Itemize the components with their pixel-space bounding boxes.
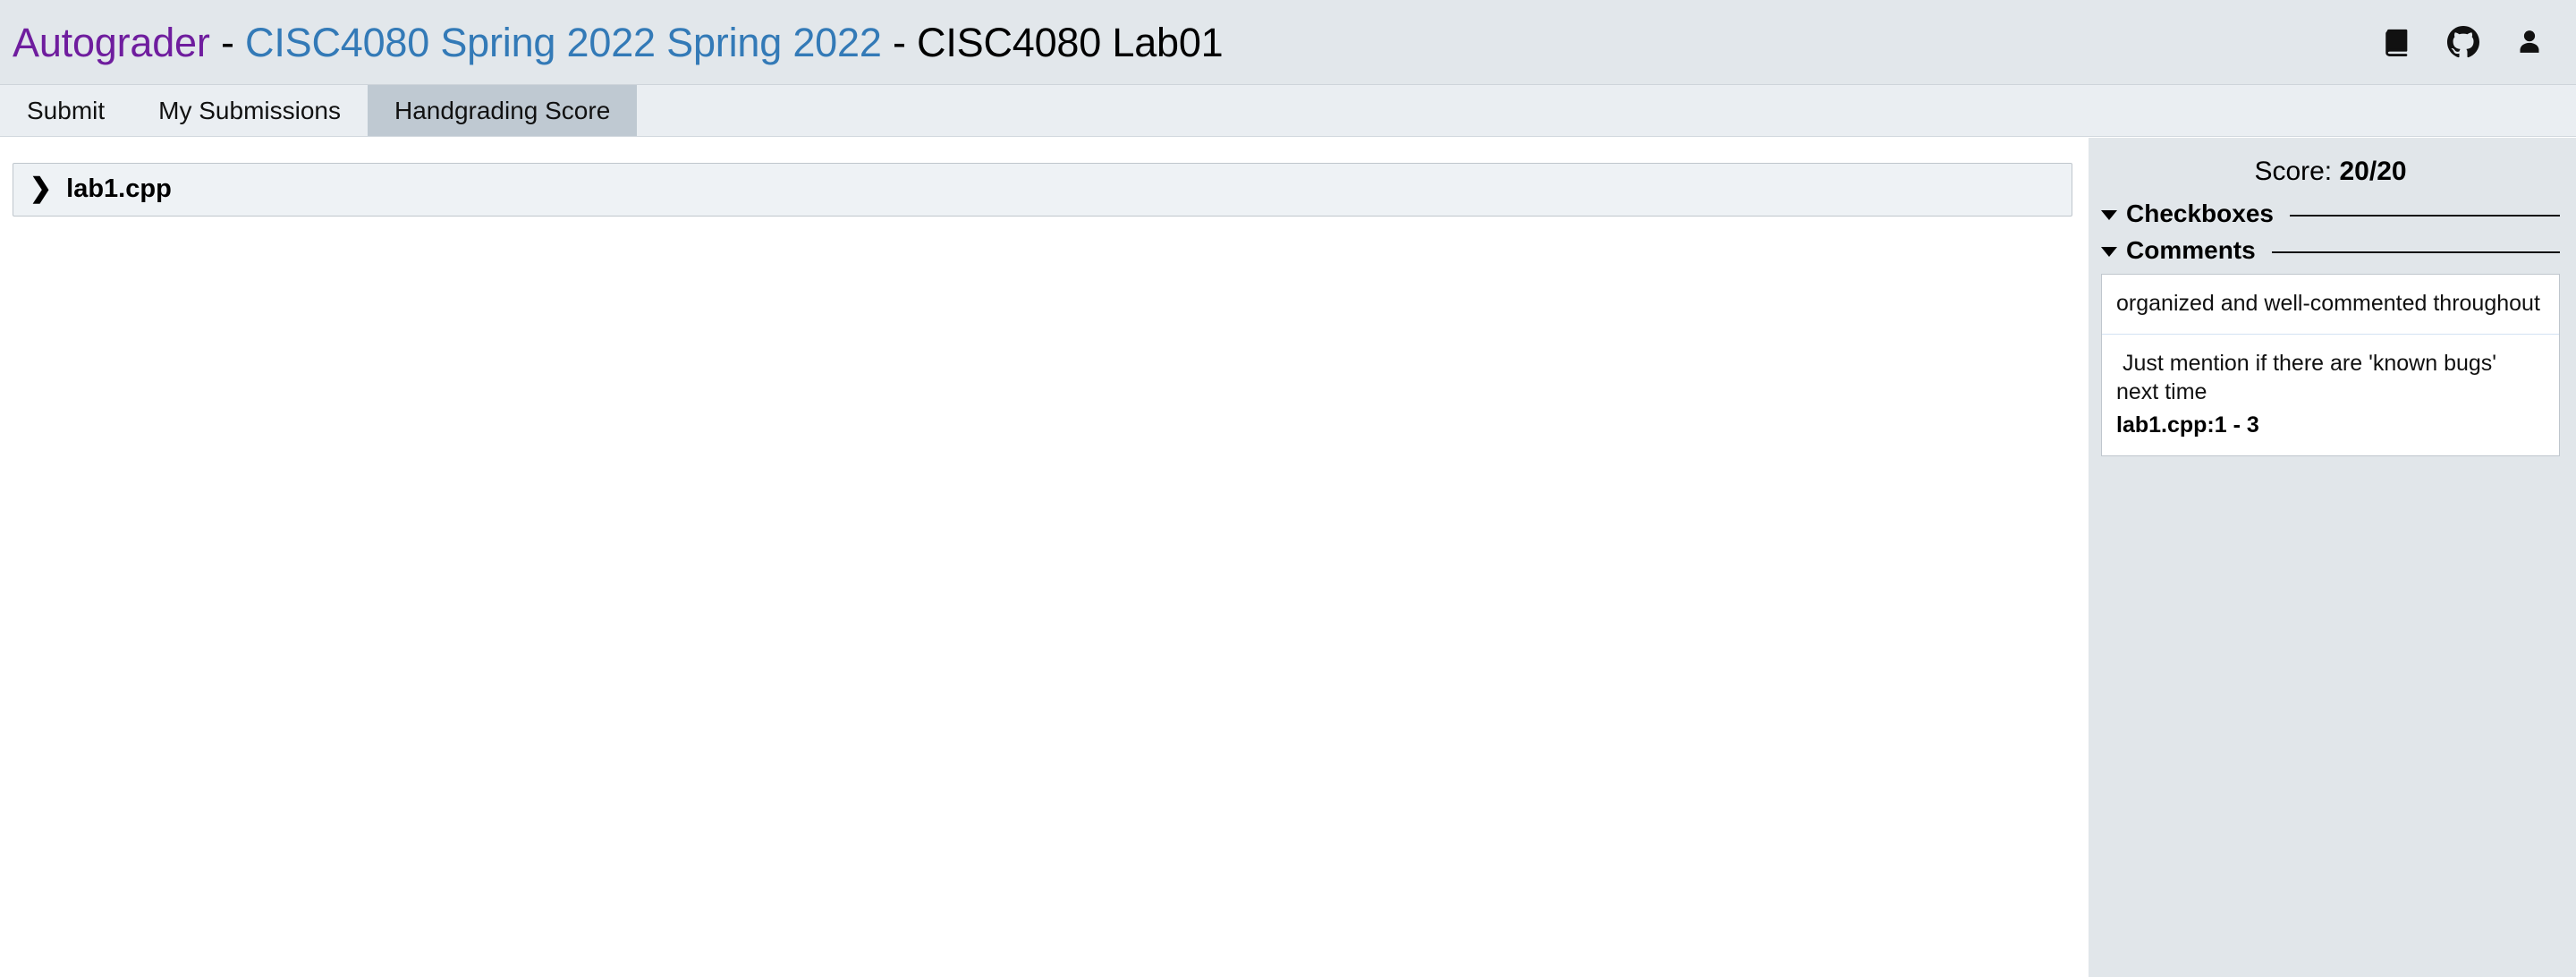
- tab-submit[interactable]: Submit: [0, 85, 131, 136]
- brand-separator-2: -: [881, 19, 918, 65]
- brand-app-name[interactable]: Autograder: [13, 20, 210, 65]
- page-root: Autograder - CISC4080 Spring 2022 Spring…: [0, 0, 2576, 977]
- list-item[interactable]: Just mention if there are 'known bugs' n…: [2102, 335, 2559, 455]
- file-list: ❯ lab1.cpp: [13, 163, 2072, 217]
- file-name-label: lab1.cpp: [66, 174, 172, 203]
- comment-text: Just mention if there are 'known bugs' n…: [2116, 350, 2504, 404]
- score-value: 20/20: [2339, 157, 2407, 186]
- score-display: Score: 20/20: [2101, 150, 2560, 200]
- section-header-comments[interactable]: Comments: [2101, 235, 2560, 265]
- file-row[interactable]: ❯ lab1.cpp: [13, 164, 2072, 216]
- comment-list: organized and well-commented throughout …: [2101, 273, 2560, 456]
- content-area: ❯ lab1.cpp Score: 20/20 Checkboxes Comme…: [0, 138, 2576, 977]
- list-item[interactable]: organized and well-commented throughout: [2102, 275, 2559, 335]
- tab-bar: Submit My Submissions Handgrading Score: [0, 85, 2576, 137]
- comment-text: organized and well-commented throughout: [2116, 290, 2540, 316]
- score-label: Score:: [2254, 157, 2340, 186]
- tab-handgrading-score[interactable]: Handgrading Score: [368, 85, 638, 136]
- book-icon[interactable]: [2379, 24, 2415, 60]
- chevron-right-icon[interactable]: ❯: [30, 174, 52, 202]
- main-pane: ❯ lab1.cpp: [0, 138, 2089, 977]
- comment-location: lab1.cpp:1 - 3: [2116, 412, 2259, 438]
- brand-separator-1: -: [209, 19, 246, 65]
- user-icon[interactable]: [2512, 24, 2547, 60]
- top-navbar: Autograder - CISC4080 Spring 2022 Spring…: [0, 0, 2576, 85]
- navbar-icon-group: [2379, 24, 2547, 60]
- caret-down-icon[interactable]: [2101, 247, 2117, 258]
- brand-course-link[interactable]: CISC4080 Spring 2022 Spring 2022: [245, 20, 882, 65]
- section-title-comments: Comments: [2126, 235, 2256, 264]
- github-icon[interactable]: [2445, 24, 2481, 60]
- section-title-checkboxes: Checkboxes: [2126, 200, 2274, 227]
- tab-my-submissions[interactable]: My Submissions: [131, 85, 368, 136]
- section-header-checkboxes[interactable]: Checkboxes: [2101, 200, 2560, 228]
- section-divider-line: [2289, 215, 2560, 217]
- brand-title: Autograder - CISC4080 Spring 2022 Spring…: [13, 22, 1224, 63]
- brand-project-name: CISC4080 Lab01: [917, 19, 1224, 65]
- section-divider-line: [2271, 251, 2560, 254]
- caret-down-icon[interactable]: [2101, 210, 2117, 221]
- handgrading-sidebar: Score: 20/20 Checkboxes Comments organiz…: [2089, 138, 2576, 977]
